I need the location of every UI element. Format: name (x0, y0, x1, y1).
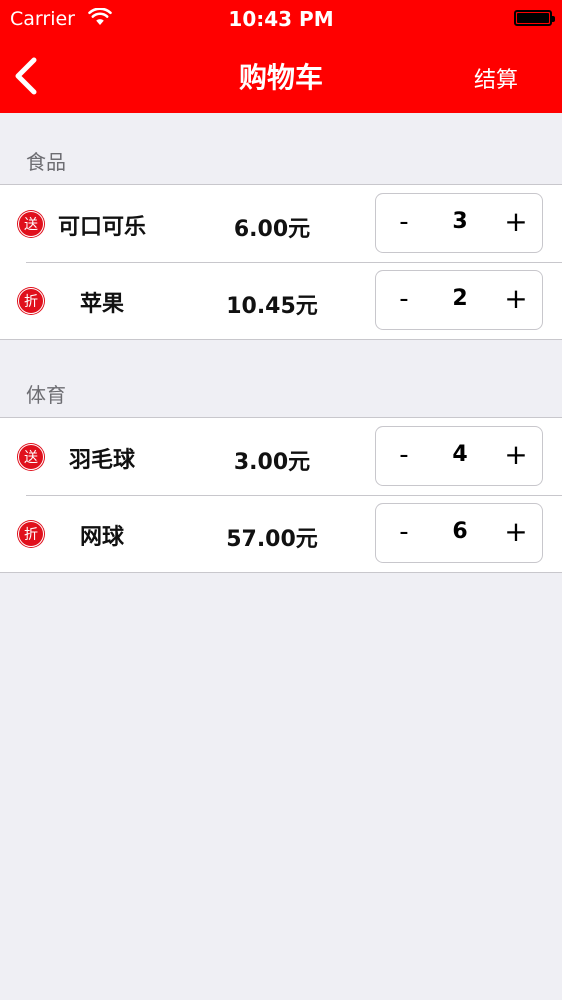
quantity-stepper: - 3 + (375, 193, 543, 253)
section-title: 体育 (26, 383, 66, 407)
quantity-stepper: - 4 + (375, 426, 543, 486)
increment-button[interactable]: + (488, 427, 544, 485)
quantity-value: 3 (452, 209, 468, 234)
item-name: 羽毛球 (68, 448, 135, 473)
quantity-value: 2 (452, 286, 468, 311)
quantity-value: 4 (452, 442, 468, 467)
list-item[interactable]: 折 网球 57.00元 - 6 + (0, 495, 562, 572)
nav-bar: 购物车 结算 (0, 38, 562, 113)
list-item[interactable]: 送 羽毛球 3.00元 - 4 + (0, 418, 562, 495)
item-price: 3.00元 (233, 450, 311, 475)
list-item[interactable]: 送 可口可乐 6.00元 - 3 + (0, 185, 562, 262)
item-price: 57.00元 (226, 527, 318, 552)
decrement-button[interactable]: - (376, 427, 432, 485)
battery-icon (514, 10, 555, 26)
section-sports: 送 羽毛球 3.00元 - 4 + 折 网球 57.00元 - 6 + (0, 417, 562, 573)
gift-badge: 送 (18, 211, 44, 237)
item-name: 苹果 (79, 292, 124, 317)
section-header-sports: 体育 (0, 346, 562, 418)
item-name: 网球 (79, 525, 124, 550)
item-price: 10.45元 (226, 294, 318, 319)
discount-badge: 折 (18, 288, 44, 314)
checkout-button[interactable]: 结算 (474, 62, 518, 94)
header: Carrier 10:43 PM 购物车 结算 (0, 0, 562, 113)
gift-badge: 送 (18, 444, 44, 470)
increment-button[interactable]: + (488, 504, 544, 562)
status-bar: Carrier 10:43 PM (0, 0, 562, 38)
item-name: 可口可乐 (57, 215, 146, 240)
item-price: 6.00元 (233, 217, 311, 242)
decrement-button[interactable]: - (376, 271, 432, 329)
section-header-food: 食品 (0, 113, 562, 185)
list-item[interactable]: 折 苹果 10.45元 - 2 + (0, 262, 562, 339)
increment-button[interactable]: + (488, 271, 544, 329)
status-time: 10:43 PM (228, 7, 334, 31)
decrement-button[interactable]: - (376, 194, 432, 252)
quantity-stepper: - 6 + (375, 503, 543, 563)
quantity-stepper: - 2 + (375, 270, 543, 330)
discount-badge: 折 (18, 521, 44, 547)
section-title: 食品 (26, 150, 66, 174)
quantity-value: 6 (452, 519, 468, 544)
increment-button[interactable]: + (488, 194, 544, 252)
decrement-button[interactable]: - (376, 504, 432, 562)
section-food: 送 可口可乐 6.00元 - 3 + 折 苹果 10.45元 - 2 + (0, 184, 562, 340)
